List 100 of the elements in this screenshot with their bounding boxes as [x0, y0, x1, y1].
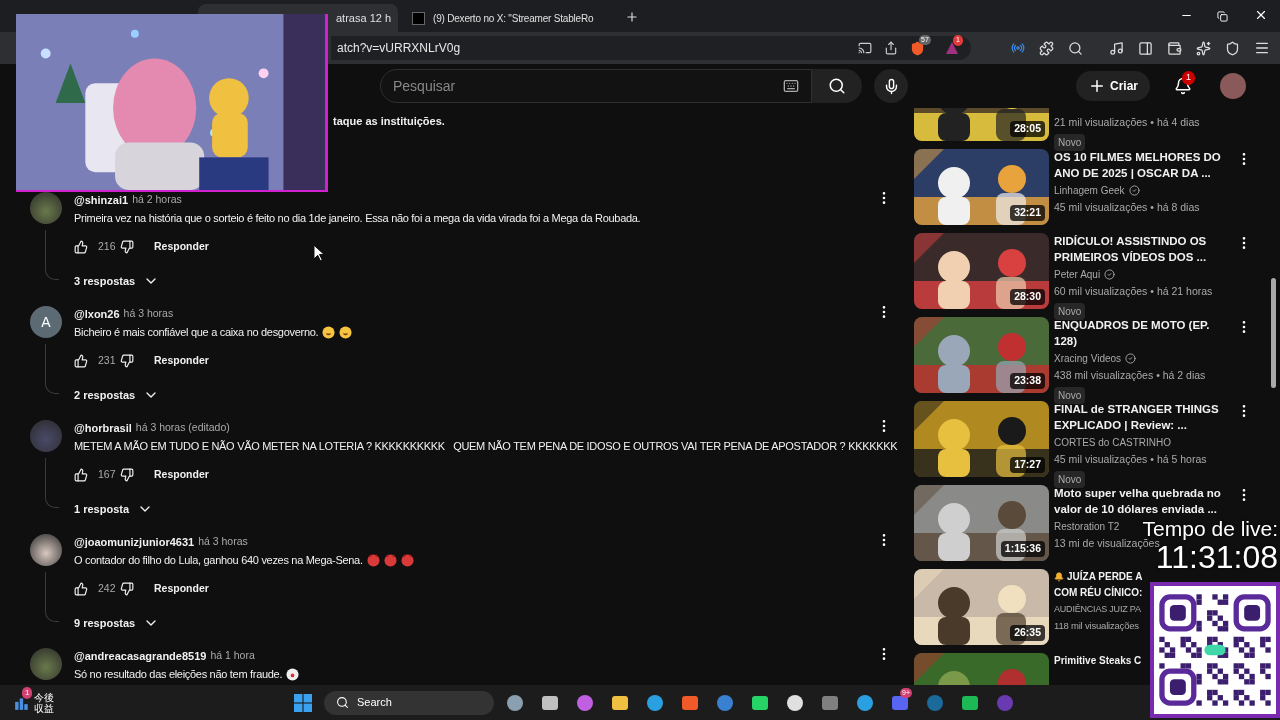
search-icon[interactable]	[1068, 40, 1083, 56]
widget-text: 収益	[34, 702, 54, 714]
replies-toggle[interactable]: 3 respostas	[74, 272, 160, 289]
ogre-icon	[383, 553, 397, 567]
cast-icon[interactable]	[858, 41, 872, 55]
widget-badge: 1	[22, 686, 33, 699]
sidebar-icon[interactable]	[1138, 40, 1153, 56]
windows-logo-icon[interactable]	[294, 693, 312, 712]
comment-author[interactable]: @shinzai1	[74, 191, 129, 209]
laughing-face-icon	[339, 325, 353, 339]
replies-toggle[interactable]: 9 respostas	[74, 614, 160, 631]
music-icon[interactable]	[1109, 40, 1124, 56]
wallet-icon[interactable]	[1167, 40, 1182, 56]
extensions-icon[interactable]	[1039, 40, 1054, 56]
plus-icon	[1088, 77, 1106, 95]
menu-icon[interactable]	[1254, 40, 1270, 56]
search-placeholder: Pesquisar	[393, 76, 457, 96]
video-stats: 21 mil visualizações • há 4 dias	[1054, 115, 1200, 130]
keyboard-icon[interactable]	[783, 78, 799, 94]
taskbar-search-field[interactable]: Search	[324, 690, 494, 715]
reply-button[interactable]: Responder	[150, 238, 213, 255]
comment-time[interactable]: há 1 hora	[210, 648, 255, 664]
video-title[interactable]: Moto super velha quebrada no valor de 10 dólares enviada ...	[1054, 485, 1226, 517]
channel-name[interactable]: Peter Aqui	[1054, 267, 1101, 282]
comment-text: O contador do filho do Lula, ganhou 640 vezes na Mega-Sena.	[74, 553, 363, 568]
comment-text: Primeira vez na história que o sorteio é feito no dia 1de janeiro. Essa não foi a mega da vida virada foi a Mega da Roubada.	[74, 211, 641, 226]
site-search-field[interactable]: Pesquisar	[380, 69, 812, 103]
dislike-icon[interactable]	[120, 581, 134, 596]
dislike-icon[interactable]	[120, 239, 134, 254]
create-button[interactable]: Criar	[1076, 71, 1150, 101]
channel-name[interactable]: Restoration T2	[1054, 519, 1120, 534]
comment-text: Só no resultado das eleições não tem fraude.	[74, 667, 283, 682]
search-icon	[336, 696, 349, 709]
video-title[interactable]: ENQUADROS DE MOTO (EP. 128)	[1054, 317, 1226, 349]
thread-line	[45, 344, 59, 394]
video-title[interactable]: Primitive Steaks C	[1054, 653, 1148, 669]
triangle-icon[interactable]	[945, 41, 959, 55]
video-stats: 45 mil visualizações • há 8 dias	[1054, 200, 1200, 215]
like-icon[interactable]	[74, 581, 88, 596]
scrollbar[interactable]	[1271, 278, 1276, 388]
comment-time[interactable]: há 3 horas (editado)	[135, 420, 230, 436]
like-icon[interactable]	[74, 239, 88, 254]
dislike-icon[interactable]	[120, 467, 134, 482]
reply-button[interactable]: Responder	[150, 352, 213, 369]
url-text: atch?v=vURRXNLrV0g	[337, 40, 462, 57]
like-count: 242	[98, 580, 116, 596]
comment-author[interactable]: @andreacasagrande8519	[74, 647, 207, 665]
tab-title: (9) Dexerto no X: "Streamer StableRo	[433, 11, 594, 26]
video-duration: 17:27	[1010, 457, 1045, 473]
replies-toggle[interactable]: 1 resposta	[74, 500, 154, 517]
video-stats: 45 mil visualizações • há 5 horas	[1054, 452, 1207, 467]
comment-author[interactable]: @joaomunizjunior4631	[74, 533, 195, 551]
video-stats: 60 mil visualizações • há 21 horas	[1054, 284, 1213, 299]
video-duration: 28:05	[1010, 121, 1045, 137]
replies-toggle[interactable]: 2 respostas	[74, 386, 160, 403]
like-icon[interactable]	[74, 353, 88, 368]
sparkle-icon[interactable]	[1196, 40, 1211, 56]
tab-title: atrasa 12 h	[336, 10, 392, 26]
search-label: Search	[357, 695, 392, 711]
voice-search-button[interactable]	[874, 69, 908, 103]
search-button[interactable]	[812, 69, 862, 103]
thread-line	[45, 230, 59, 280]
widget-text: 今後	[34, 691, 54, 703]
comment-author[interactable]: @horbrasil	[74, 419, 132, 437]
channel-name[interactable]: Linhagem Geek	[1054, 183, 1125, 198]
channel-name[interactable]: AUDIÊNCIAS JUIZ PA	[1054, 603, 1141, 617]
stream-timer-label: Tempo de live:	[1142, 518, 1278, 539]
restore-icon[interactable]	[1217, 11, 1228, 22]
video-title[interactable]: OS 10 FILMES MELHORES DO ANO DE 2025 | OSCAR DA ...	[1054, 149, 1226, 181]
new-tab-icon[interactable]	[625, 10, 639, 24]
channel-name[interactable]: CORTES do CASTRINHO	[1054, 435, 1172, 450]
ogre-icon	[400, 553, 414, 567]
comment-text: Bicheiro é mais confiável que a caixa no desgoverno.	[74, 325, 319, 340]
comment-time[interactable]: há 2 horas	[132, 192, 182, 208]
ogre-icon	[366, 553, 380, 567]
close-icon[interactable]	[1254, 8, 1268, 22]
video-stats: 13 mi de visualizações	[1054, 537, 1160, 549]
video-title[interactable]: FINAL de STRANGER THINGS EXPLICADO | Review: ...	[1054, 401, 1226, 433]
like-icon[interactable]	[74, 467, 88, 482]
dislike-icon[interactable]	[120, 353, 134, 368]
video-title[interactable]: JUÍZA PERDE A COM RÉU CÍNICO:	[1054, 569, 1148, 601]
comment-text: METEM A MÃO EM TUDO E NÃO VÃO METER NA LOTERIA ? KKKKKKKKKK QUEM NÃO TEM PENA DE IDOSO E OUTROS VAI TER PENA DE APOSTADOR ? KKKKKKK	[74, 439, 898, 454]
wireless-icon[interactable]	[1011, 41, 1025, 55]
thread-line	[45, 572, 59, 622]
comment-time[interactable]: há 3 horas	[198, 534, 248, 550]
shield-icon[interactable]	[1225, 40, 1240, 56]
channel-name[interactable]: Xracing Videos	[1054, 351, 1122, 366]
comment-text: taque as instituições.	[333, 115, 445, 127]
video-title[interactable]: RIDÍCULO! ASSISTINDO OS PRIMEIROS VÍDEOS DOS ...	[1054, 233, 1226, 265]
user-avatar[interactable]: A	[30, 306, 62, 338]
reply-button[interactable]: Responder	[150, 580, 213, 597]
user-avatar[interactable]	[30, 534, 62, 566]
reply-button[interactable]: Responder	[150, 466, 213, 483]
clown-icon	[286, 667, 300, 681]
comment-author[interactable]: @lxon26	[74, 305, 120, 323]
comment-time[interactable]: há 3 horas	[123, 306, 174, 322]
video-duration: 32:21	[1010, 205, 1045, 221]
browser-tab[interactable]: (9) Dexerto no X: "Streamer StableRo	[402, 4, 617, 32]
share-icon[interactable]	[884, 41, 898, 55]
thread-line	[45, 458, 59, 508]
